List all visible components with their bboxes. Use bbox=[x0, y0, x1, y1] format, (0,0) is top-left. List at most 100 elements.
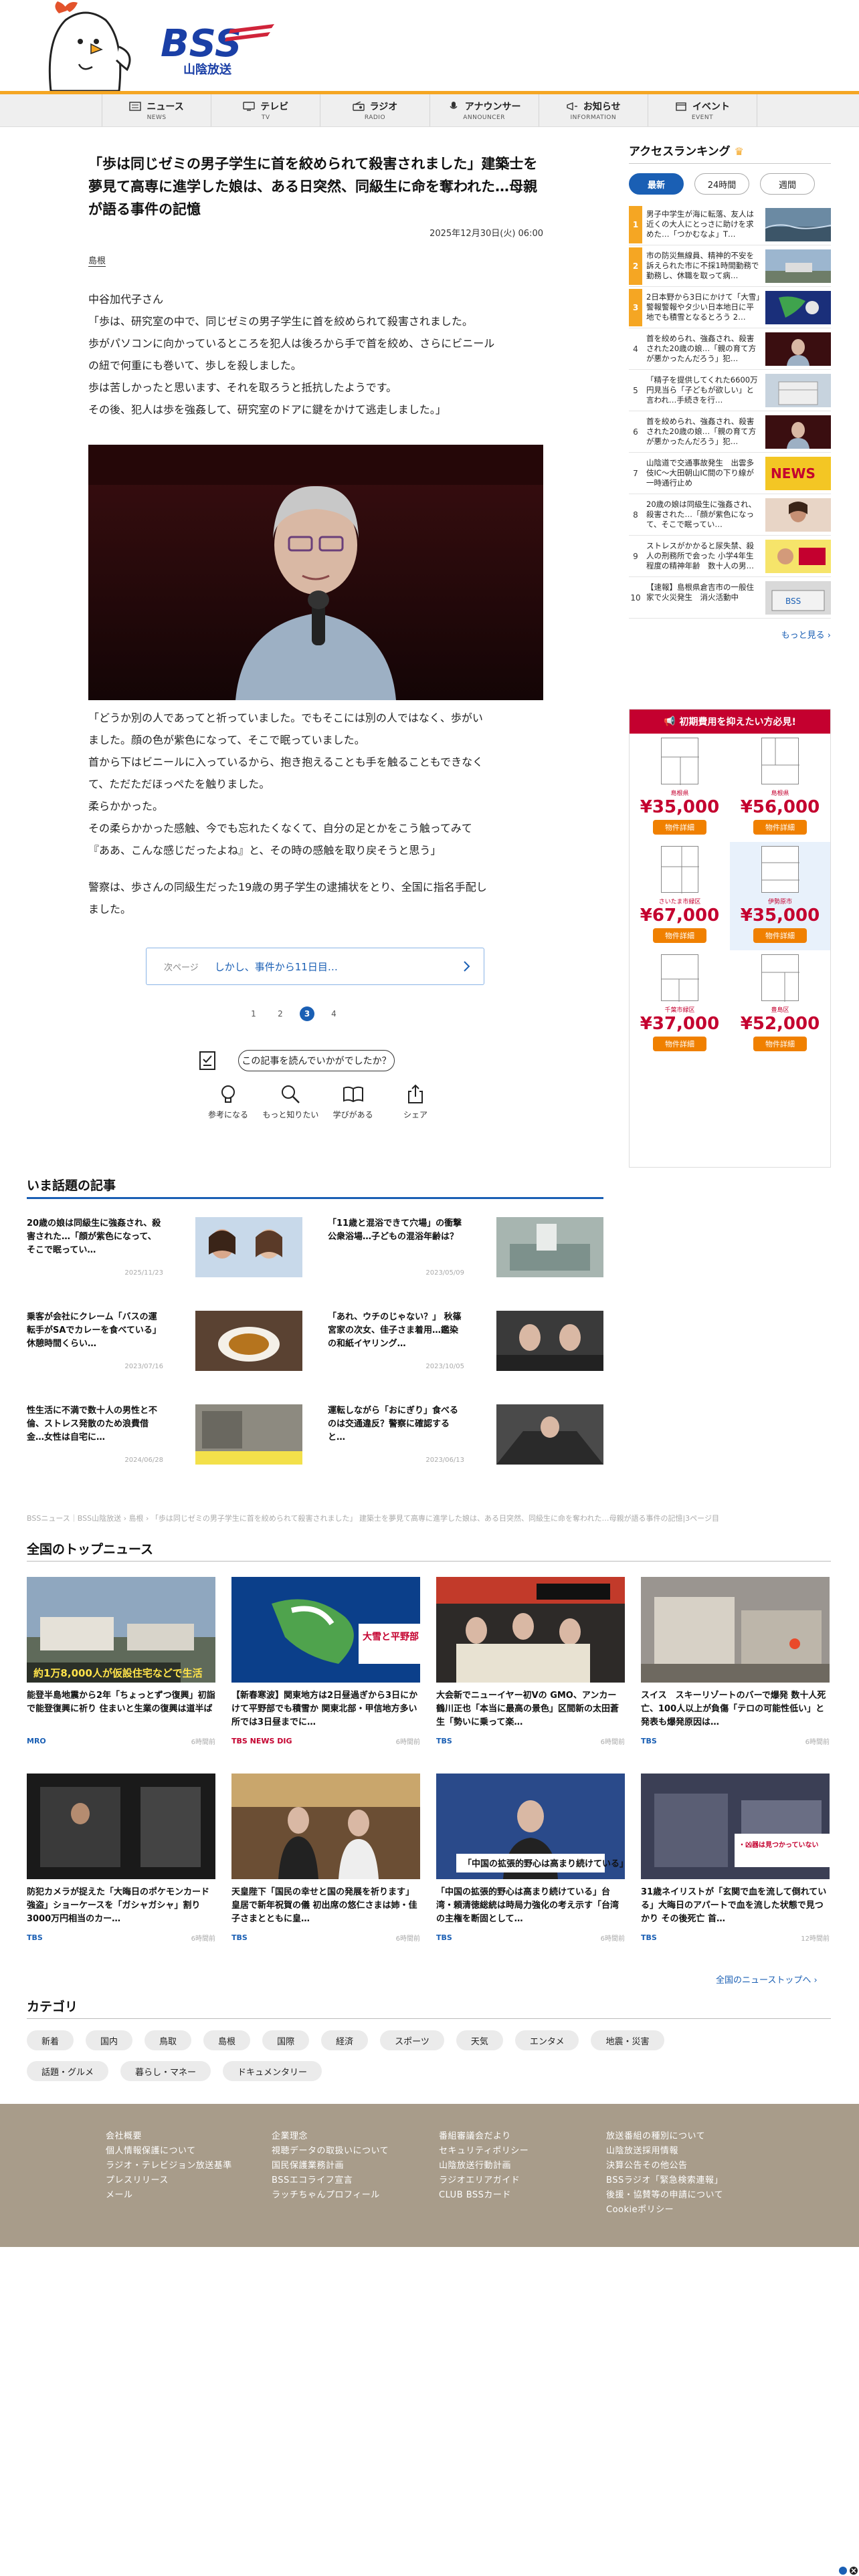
footer-link[interactable]: 個人情報保護について bbox=[106, 2144, 273, 2159]
tab-weekly[interactable]: 週間 bbox=[760, 173, 815, 195]
article-tag[interactable]: 島根 bbox=[88, 253, 106, 267]
top-news-item[interactable]: 大会新でニューイヤー初Vの GMO、アンカー鶴川正也「本当に最高の景色」区間新の… bbox=[436, 1577, 625, 1771]
category-chip[interactable]: 天気 bbox=[456, 2030, 503, 2050]
footer-link[interactable]: Cookieポリシー bbox=[606, 2203, 773, 2218]
ad-listing[interactable]: 豊島区 ¥52,000 物件詳細 bbox=[730, 950, 830, 1059]
category-chip[interactable]: 国内 bbox=[86, 2030, 133, 2050]
category-chip[interactable]: スポーツ bbox=[380, 2030, 444, 2050]
ad-detail-button[interactable]: 物件詳細 bbox=[653, 1037, 706, 1051]
category-chip[interactable]: 鳥取 bbox=[145, 2030, 192, 2050]
ranking-item[interactable]: 8 20歳の娘は同級生に強姦され、殺害された…「顔が紫色になって、そこで眠ってい… bbox=[629, 494, 831, 536]
ad-listing[interactable]: さいたま市緑区 ¥67,000 物件詳細 bbox=[630, 842, 730, 950]
top-news-item[interactable]: 防犯カメラが捉えた「大晦日のポケモンカード強盗」ショーケースを「ガシャガシャ」割… bbox=[27, 1774, 215, 1967]
ad-choices-icon[interactable] bbox=[838, 2565, 859, 2576]
nav-item-tv[interactable]: テレビ TV bbox=[211, 94, 320, 126]
ad-detail-button[interactable]: 物件詳細 bbox=[653, 928, 706, 943]
rank-thumbnail: BSS bbox=[765, 580, 831, 615]
nav-item-radio[interactable]: ラジオ RADIO bbox=[320, 94, 429, 126]
category-chip[interactable]: 地震・災害 bbox=[591, 2030, 664, 2050]
footer-link[interactable]: ラッチちゃんプロフィール bbox=[272, 2188, 439, 2203]
footer-link[interactable]: BSSエコライフ宣言 bbox=[272, 2173, 439, 2188]
ranking-item[interactable]: 6 首を絞められ、強姦され、殺害された20歳の娘…「親の育て方が悪かったんだろう」… bbox=[629, 411, 831, 453]
top-news-item[interactable]: ・凶器は見つかっていない 31歳ネイリストが「玄関で血を流して倒れている」大晦日… bbox=[641, 1774, 830, 1967]
ranking-item[interactable]: 9 ストレスがかかると尿失禁、殺人の刑務所で会った 小学4年生程度の精神年齢 数十… bbox=[629, 536, 831, 577]
nav-item-announcer[interactable]: アナウンサー ANNOUNCER bbox=[429, 94, 539, 126]
nav-item-event[interactable]: イベント EVENT bbox=[647, 94, 758, 126]
category-chip[interactable]: 話題・グルメ bbox=[27, 2061, 109, 2081]
nav-item-information[interactable]: お知らせ INFORMATION bbox=[538, 94, 648, 126]
rank-thumbnail bbox=[765, 332, 831, 366]
nav-item-news[interactable]: ニュース NEWS bbox=[102, 94, 211, 126]
footer-link[interactable]: 山陰放送採用情報 bbox=[606, 2144, 773, 2159]
ad-listing[interactable]: 千葉市緑区 ¥37,000 物件詳細 bbox=[630, 950, 730, 1059]
ranking-item[interactable]: 5 「精子を提供してくれた6600万円見当ら「子どもが欲しい」と言われ…手続きを行… bbox=[629, 370, 831, 411]
tab-24h[interactable]: 24時間 bbox=[694, 173, 749, 195]
ranking-more-link[interactable]: もっと見る › bbox=[629, 628, 831, 641]
ad-listing[interactable]: 伊勢原市 ¥35,000 物件詳細 bbox=[730, 842, 830, 950]
category-chip[interactable]: エンタメ bbox=[514, 2030, 579, 2050]
ranking-item[interactable]: 7 山陰道で交通事故発生 出雲多伎IC〜大田朝山IC間の下り線が一時通行止め NEW… bbox=[629, 453, 831, 494]
trending-item[interactable]: 「11歳と混浴できて穴場」の衝撃 公衆浴場…子どもの混浴年齢は？ 2023/05/… bbox=[328, 1217, 603, 1281]
trending-item[interactable]: 運転しながら「おにぎり」食べるのは交通違反？警察に確認すると… 2023/06/1… bbox=[328, 1404, 603, 1469]
tab-latest[interactable]: 最新 bbox=[629, 173, 684, 195]
top-news-item[interactable]: 「中国の拡張的野心は高まり続けている」 「中国の拡張的野心は高まり続けている」台… bbox=[436, 1774, 625, 1967]
ranking-item[interactable]: 3 2日本野から3日にかけて「大雪」警報警報やタ少い日本地日に平地でも積雪となると… bbox=[629, 287, 831, 328]
reaction-learn[interactable]: 学びがある bbox=[323, 1083, 383, 1126]
category-chip[interactable]: 島根 bbox=[203, 2030, 251, 2050]
footer-link[interactable]: 視聴データの取扱いについて bbox=[272, 2144, 439, 2159]
page-link-4[interactable]: 4 bbox=[326, 1006, 341, 1021]
footer-link[interactable]: 企業理念 bbox=[272, 2129, 439, 2144]
footer-link[interactable]: セキュリティポリシー bbox=[439, 2144, 606, 2159]
category-chip[interactable]: 暮らし・マネー bbox=[120, 2061, 211, 2081]
trending-item[interactable]: 乗客が会社にクレーム「バスの運転手がSAでカレーを食べている」 休憩時間くらい…… bbox=[27, 1311, 302, 1375]
rank-number: 8 bbox=[633, 510, 638, 520]
footer-link[interactable]: 後援・協賛等の申請について bbox=[606, 2188, 773, 2203]
top-news-item[interactable]: 約1万8,000人が仮設住宅などで生活 能登半島地震から2年「ちょっとずつ復興」… bbox=[27, 1577, 215, 1771]
footer-link[interactable]: 国民保護業務計画 bbox=[272, 2159, 439, 2173]
page-link-1[interactable]: 1 bbox=[246, 1006, 261, 1021]
top-news-more-link[interactable]: 全国のニューストップへ › bbox=[716, 1973, 818, 1985]
category-chip[interactable]: 国際 bbox=[262, 2030, 310, 2050]
ad-detail-button[interactable]: 物件詳細 bbox=[753, 820, 807, 835]
reaction-share[interactable]: シェア bbox=[385, 1083, 446, 1126]
reaction-more[interactable]: もっと知りたい bbox=[260, 1083, 320, 1126]
ad-detail-button[interactable]: 物件詳細 bbox=[753, 928, 807, 943]
footer-link[interactable]: 山陰放送行動計画 bbox=[439, 2159, 606, 2173]
news-thumbnail bbox=[27, 1774, 215, 1879]
reaction-helpful[interactable]: 参考になる bbox=[198, 1083, 258, 1126]
page-link-2[interactable]: 2 bbox=[273, 1006, 288, 1021]
breadcrumb[interactable]: BSSニュース｜BSS山陰放送 › 島根 › 「歩は同じゼミの男子学生に首を絞め… bbox=[27, 1513, 789, 1523]
news-title: 防犯カメラが捉えた「大晦日のポケモンカード強盗」ショーケースを「ガシャガシャ」割… bbox=[27, 1887, 210, 1924]
footer-link[interactable]: 決算公告その他公告 bbox=[606, 2159, 773, 2173]
category-chip[interactable]: ドキュメンタリー bbox=[223, 2061, 322, 2081]
ranking-item[interactable]: 4 首を絞められ、強姦され、殺害された20歳の娘…「親の育て方が悪かったんだろう」… bbox=[629, 328, 831, 370]
trending-item[interactable]: 性生活に不満で数十人の男性と不倫、ストレス発散のため浪費借金…女性は自宅に… 20… bbox=[27, 1404, 302, 1469]
next-page-button[interactable]: 次ページ しかし、事件から11日目… bbox=[146, 948, 484, 985]
top-news-item[interactable]: 大雪と平野部 2日午後 【新春寒波】関東地方は2日昼過ぎから3日にかけて平野部で… bbox=[231, 1577, 420, 1771]
ranking-item[interactable]: 2 市の防災無線員、精神的不安を訴えられた市に不採1時間勤務で勤務し、休職を取って… bbox=[629, 245, 831, 287]
footer-link[interactable]: ラジオ・テレビジョン放送基準 bbox=[106, 2159, 273, 2173]
footer-link[interactable]: CLUB BSSカード bbox=[439, 2188, 606, 2203]
ranking-item[interactable]: 1 男子中学生が海に転落、友人は近くの大人にとっさに助けを求めた…「つかむなよ」T… bbox=[629, 204, 831, 245]
footer-link[interactable]: 放送番組の種別について bbox=[606, 2129, 773, 2144]
footer-link[interactable]: メール bbox=[106, 2188, 273, 2203]
footer-link[interactable]: 番組審議会だより bbox=[439, 2129, 606, 2144]
footer-link[interactable]: プレスリリース bbox=[106, 2173, 273, 2188]
trending-item[interactable]: 20歳の娘は同級生に強姦され、殺害された…「顔が紫色になって、そこで眠ってい… 2… bbox=[27, 1217, 302, 1281]
ad-listing[interactable]: 島根県 ¥56,000 物件詳細 bbox=[730, 734, 830, 842]
bss-logo[interactable]: BSS 山陰放送 bbox=[157, 17, 274, 78]
top-news-item[interactable]: 天皇陛下「国民の幸せと国の発展を祈ります」皇居で新年祝賀の儀 初出席の悠仁さまは… bbox=[231, 1774, 420, 1967]
ad-banner[interactable]: 📢 初期費用を抑えたい方必見! 島根県 ¥35,000 物件詳細 島根県 ¥56,000… bbox=[629, 709, 831, 1168]
ad-detail-button[interactable]: 物件詳細 bbox=[653, 820, 706, 835]
ranking-item[interactable]: 10 【速報】島根県倉吉市の一般住家で火災発生 消火活動中 BSS bbox=[629, 577, 831, 619]
ad-listing[interactable]: 島根県 ¥35,000 物件詳細 bbox=[630, 734, 730, 842]
category-chip[interactable]: 経済 bbox=[321, 2030, 369, 2050]
footer-link[interactable]: 会社概要 bbox=[106, 2129, 273, 2144]
survey-button[interactable]: この記事を読んでいかがでしたか？ bbox=[238, 1050, 395, 1071]
category-chip[interactable]: 新着 bbox=[27, 2030, 74, 2050]
footer-link[interactable]: ラジオエリアガイド bbox=[439, 2173, 606, 2188]
ad-detail-button[interactable]: 物件詳細 bbox=[753, 1037, 807, 1051]
trending-item[interactable]: 「あれ、ウチのじゃない？」 秋篠宮家の次女、佳子さま着用…鑑染の和紙イヤリング…… bbox=[328, 1311, 603, 1375]
footer-link[interactable]: BSSラジオ「緊急検索連報」 bbox=[606, 2173, 773, 2188]
top-news-item[interactable]: スイス スキーリゾートのバーで爆発 数十人死亡、100人以上が負傷「テロの可能性… bbox=[641, 1577, 830, 1771]
